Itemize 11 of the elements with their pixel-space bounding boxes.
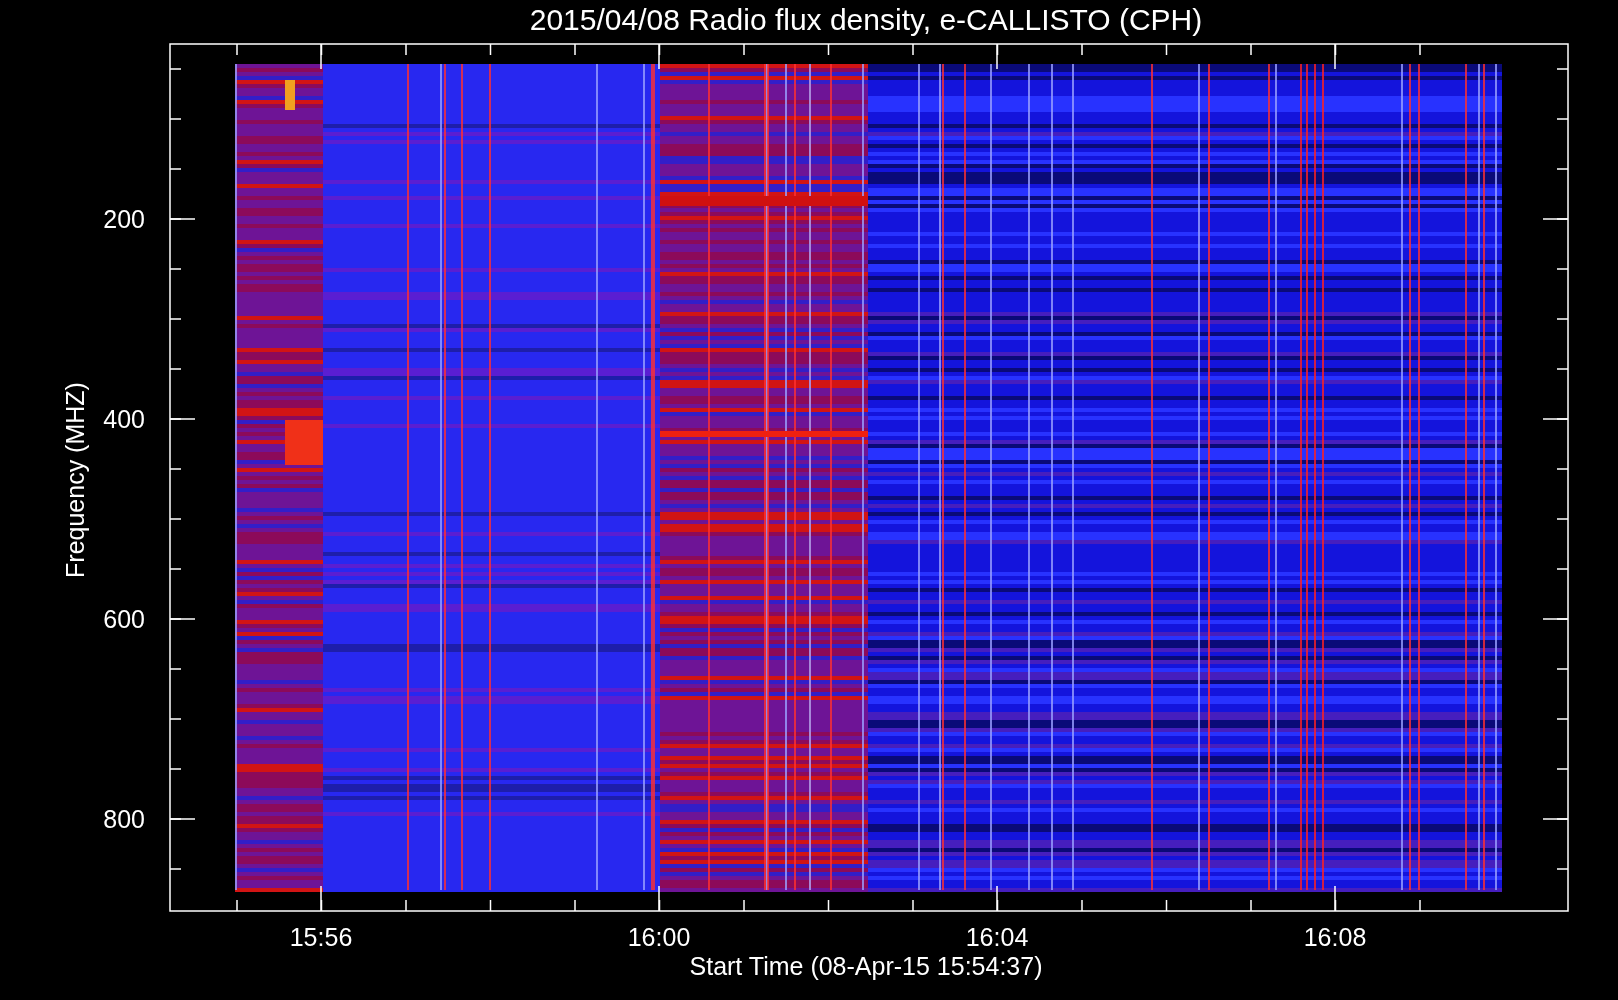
x-tick-label: 15:56: [289, 923, 353, 951]
y-tick-label: 800: [103, 805, 145, 833]
y-axis-label: Frequency (MHZ): [61, 382, 89, 578]
x-tick-label: 16:04: [965, 923, 1029, 951]
y-tick-label: 400: [103, 405, 145, 433]
chart-title: 2015/04/08 Radio flux density, e-CALLISTO (CPH): [529, 3, 1203, 36]
y-tick-label: 200: [103, 205, 145, 233]
x-axis-label: Start Time (08-Apr-15 15:54:37): [689, 952, 1043, 980]
y-tick-label: 600: [103, 605, 145, 633]
x-tick-label: 16:00: [627, 923, 691, 951]
x-tick-label: 16:08: [1303, 923, 1367, 951]
